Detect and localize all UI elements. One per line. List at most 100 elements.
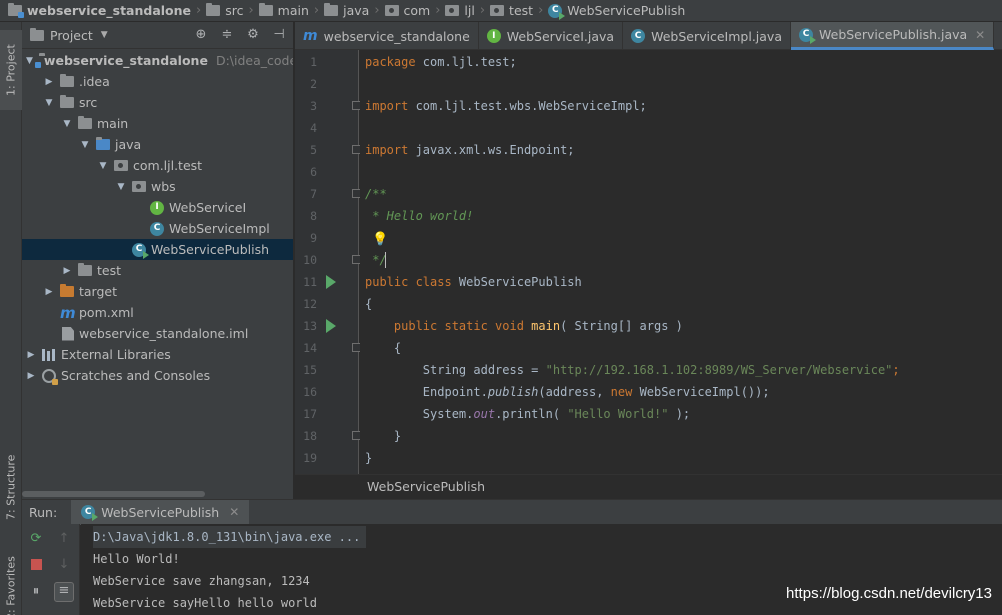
breadcrumb-item-main[interactable]: main <box>258 0 309 21</box>
horizontal-scrollbar[interactable] <box>22 491 205 497</box>
scratches-icon <box>42 368 58 385</box>
code-line-14: { <box>365 341 402 355</box>
expanded-arrow-icon[interactable]: ▼ <box>98 161 108 171</box>
close-icon[interactable]: ✕ <box>975 28 985 42</box>
tool-tab-structure[interactable]: 7: Structure <box>0 442 22 532</box>
tree-item-java[interactable]: ▼ java <box>22 134 293 155</box>
package-icon <box>114 160 128 171</box>
console-line: Hello World! <box>93 552 180 566</box>
tab-webserviceimpl[interactable]: C WebServiceImpl.java <box>623 22 791 50</box>
line-number: 12 <box>303 297 317 311</box>
line-number: 9 <box>310 231 317 245</box>
line-number: 16 <box>303 385 317 399</box>
collapsed-arrow-icon[interactable]: ▶ <box>44 77 54 87</box>
close-icon[interactable]: ✕ <box>229 505 239 519</box>
tool-tab-favorites[interactable]: 2: Favorites <box>0 544 22 615</box>
collapsed-arrow-icon[interactable]: ▶ <box>62 266 72 276</box>
minimize-icon[interactable]: ⊣ <box>271 27 287 43</box>
breadcrumb-item-java[interactable]: java <box>324 0 369 21</box>
tree-item-wbs[interactable]: ▼ wbs <box>22 176 293 197</box>
tree-item-webservicepublish[interactable]: C WebServicePublish <box>22 239 293 260</box>
tree-item-scratches[interactable]: ▶ Scratches and Consoles <box>22 365 293 386</box>
file-icon <box>62 326 74 341</box>
collapse-icon[interactable]: ≑ <box>219 27 235 43</box>
gear-icon[interactable]: ⚙ <box>245 27 261 43</box>
folder-icon <box>60 74 74 87</box>
text-caret <box>385 252 386 268</box>
expanded-arrow-icon[interactable]: ▼ <box>44 98 54 108</box>
breadcrumb-item-project[interactable]: webservice_standalone <box>8 0 191 21</box>
crosshair-icon[interactable]: ⊕ <box>193 27 209 43</box>
ide-window: webservice_standalone › src › main › jav… <box>0 0 1002 615</box>
run-gutter-icon[interactable] <box>326 275 336 289</box>
collapsed-arrow-icon[interactable]: ▶ <box>44 287 54 297</box>
tree-item-iml[interactable]: webservice_standalone.iml <box>22 323 293 344</box>
breadcrumb-item-com[interactable]: com <box>384 0 430 21</box>
code-line-13: public static void main( String[] args ) <box>365 319 683 333</box>
tab-pom[interactable]: m webservice_standalone <box>295 22 479 50</box>
tree-item-src[interactable]: ▼ src <box>22 92 293 113</box>
tree-item-target[interactable]: ▶ target <box>22 281 293 302</box>
breadcrumb-item-ljl[interactable]: ljl <box>445 0 475 21</box>
expanded-arrow-icon[interactable]: ▼ <box>116 182 126 192</box>
tree-item-test[interactable]: ▶ test <box>22 260 293 281</box>
tree-item-webservicei[interactable]: I WebServiceI <box>22 197 293 218</box>
folder-icon <box>78 263 92 276</box>
soft-wrap-icon[interactable]: ≡ <box>54 582 74 602</box>
tree-item-main[interactable]: ▼ main <box>22 113 293 134</box>
code-editor[interactable]: package com.ljl.test; import com.ljl.tes… <box>360 50 1002 474</box>
tool-tab-project[interactable]: 1: Project <box>0 30 22 110</box>
package-icon <box>384 5 399 16</box>
line-number: 14 <box>303 341 317 355</box>
library-icon <box>42 348 56 361</box>
chevron-down-icon[interactable]: ▼ <box>101 30 108 40</box>
runnable-class-icon: C <box>799 27 816 44</box>
editor-tabs: m webservice_standalone I WebServiceI.java… <box>295 22 1002 50</box>
tab-webservicepublish[interactable]: C WebServicePublish.java ✕ <box>791 22 995 50</box>
excluded-folder-icon <box>60 284 74 297</box>
project-panel-header: Project ▼ ⊕ ≑ ⚙ ⊣ <box>22 22 293 49</box>
run-tab-webservicepublish[interactable]: C WebServicePublish ✕ <box>71 499 250 525</box>
rerun-icon[interactable]: ⟳ <box>28 531 44 547</box>
class-icon: C <box>150 221 164 236</box>
lightbulb-icon[interactable]: 💡 <box>372 232 388 247</box>
maven-icon: m <box>60 303 76 322</box>
tree-item-pom[interactable]: m pom.xml <box>22 302 293 323</box>
collapsed-arrow-icon[interactable]: ▶ <box>26 350 36 360</box>
project-view-selector[interactable]: Project <box>50 28 93 43</box>
pause-icon[interactable]: ⏸ <box>28 584 44 600</box>
tree-item-package[interactable]: ▼ com.ljl.test <box>22 155 293 176</box>
expanded-arrow-icon[interactable]: ▼ <box>80 140 90 150</box>
editor-breadcrumb[interactable]: WebServicePublish <box>295 474 1002 499</box>
code-line-15: String address = "http://192.168.1.102:8… <box>365 363 900 377</box>
tree-item-idea[interactable]: ▶ .idea <box>22 71 293 92</box>
code-line-18: } <box>365 429 402 443</box>
arrow-up-icon[interactable]: ↑ <box>56 531 72 547</box>
chevron-right-icon: › <box>248 3 254 18</box>
watermark: https://blog.csdn.net/devilcry13 <box>786 585 992 602</box>
chevron-right-icon: › <box>374 3 380 18</box>
arrow-down-icon[interactable]: ↓ <box>56 557 72 573</box>
expanded-arrow-icon[interactable]: ▼ <box>26 56 33 66</box>
folder-icon <box>60 95 74 108</box>
tree-item-external-libraries[interactable]: ▶ External Libraries <box>22 344 293 365</box>
line-number: 4 <box>310 121 317 135</box>
collapsed-arrow-icon[interactable]: ▶ <box>26 371 36 381</box>
breadcrumb-item-src[interactable]: src <box>206 0 243 21</box>
code-line-17: System.out.println( "Hello World!" ); <box>365 407 691 421</box>
class-icon: C <box>631 29 646 43</box>
code-line-12: { <box>365 297 373 311</box>
project-panel: Project ▼ ⊕ ≑ ⚙ ⊣ ▼ webservice_standalon… <box>22 22 294 499</box>
folder-icon <box>78 116 92 129</box>
breadcrumb-item-class[interactable]: C WebServicePublish <box>548 0 685 21</box>
tab-webservicei[interactable]: I WebServiceI.java <box>479 22 624 50</box>
breadcrumb-item-test[interactable]: test <box>490 0 533 21</box>
runnable-class-icon: C <box>132 242 149 259</box>
runnable-class-icon: C <box>81 505 99 521</box>
tree-item-project-root[interactable]: ▼ webservice_standalone D:\idea_code\w <box>22 50 293 71</box>
expanded-arrow-icon[interactable]: ▼ <box>62 119 72 129</box>
tree-item-webserviceimpl[interactable]: C WebServiceImpl <box>22 218 293 239</box>
interface-icon: I <box>150 200 164 215</box>
stop-icon[interactable] <box>28 557 44 573</box>
run-gutter-icon[interactable] <box>326 319 336 333</box>
